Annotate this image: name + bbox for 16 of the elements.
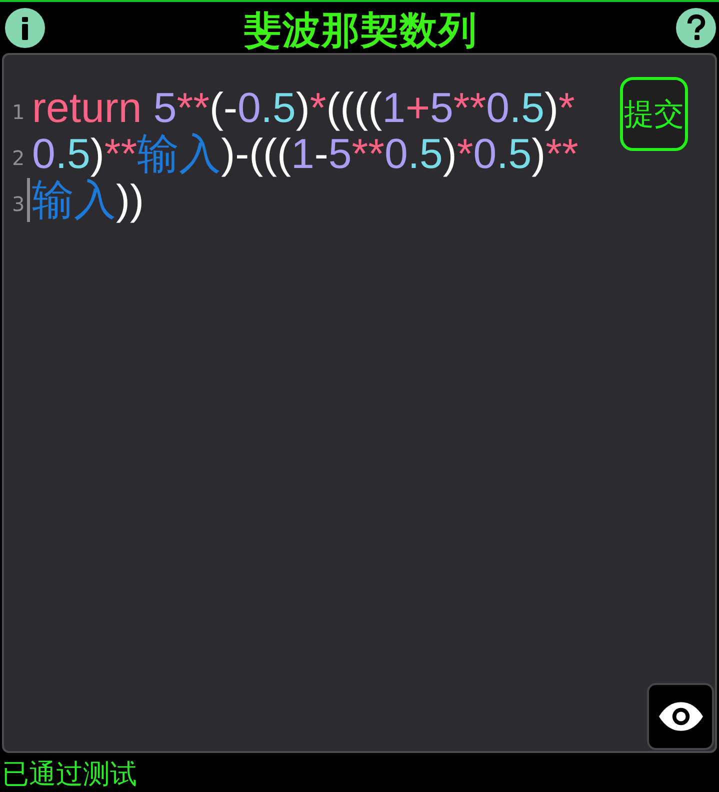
code-line: return 5**(-0.5)*((((1+5**0.5)*	[32, 85, 575, 131]
code-line: 0.5)**输入)-(((1-5**0.5)*0.5)**	[32, 131, 578, 177]
status-message: 已通过测试	[2, 758, 137, 792]
info-button[interactable]	[5, 8, 45, 48]
code-line: 输入))	[32, 177, 144, 223]
line-number: 2	[12, 145, 26, 170]
line-number: 1	[12, 99, 26, 124]
eye-icon	[658, 702, 702, 731]
help-icon	[676, 8, 716, 48]
app-title: 斐波那契数列	[244, 6, 478, 52]
submit-button[interactable]: 提交	[620, 77, 688, 151]
line-number: 3	[12, 191, 26, 216]
info-icon	[5, 8, 45, 48]
help-button[interactable]	[676, 8, 716, 48]
code-editor[interactable]: 1 return 5**(-0.5)*((((1+5**0.5)* 2 0.5)**输入)-(((1-5**0.5)*0.5)** 3 输入)) 提交	[2, 53, 717, 753]
preview-button[interactable]	[647, 683, 714, 750]
